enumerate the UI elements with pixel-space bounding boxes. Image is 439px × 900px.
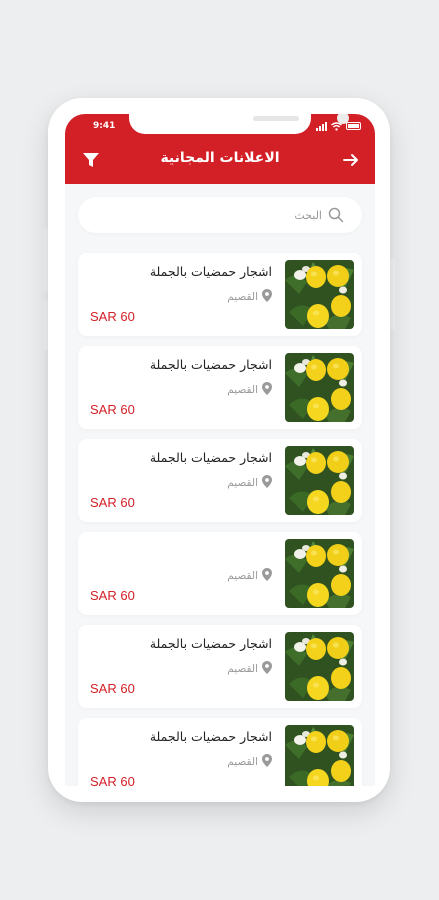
speaker-grille: [253, 116, 299, 121]
listing-price: SAR 60: [90, 588, 135, 603]
listing-card[interactable]: القصيم SAR 60: [78, 532, 362, 615]
listing-title: اشجار حمضيات بالجملة: [149, 357, 272, 372]
listing-location-text: القصيم: [227, 663, 258, 675]
listing-title: اشجار حمضيات بالجملة: [149, 636, 272, 651]
listing-image: [285, 353, 354, 422]
listing-location: القصيم: [227, 568, 272, 584]
listings-list: اشجار حمضيات بالجملة القصيم SAR 60 اشجار…: [78, 253, 362, 786]
status-time: 9:41: [93, 121, 116, 131]
battery-icon: [346, 122, 361, 130]
page-title: الاعلانات المجانية: [160, 150, 280, 166]
filter-button[interactable]: [81, 150, 101, 170]
listing-image: [285, 260, 354, 329]
listing-location: القصيم: [227, 754, 272, 770]
listing-price: SAR 60: [90, 402, 135, 417]
search-bar[interactable]: [78, 197, 362, 233]
listing-location-text: القصيم: [227, 477, 258, 489]
listing-price: SAR 60: [90, 774, 135, 786]
location-pin-icon: [262, 568, 272, 584]
listing-title: اشجار حمضيات بالجملة: [149, 729, 272, 744]
location-pin-icon: [262, 289, 272, 305]
phone-notch: [129, 114, 349, 134]
location-pin-icon: [262, 661, 272, 677]
listing-location: القصيم: [227, 661, 272, 677]
listing-title: اشجار حمضيات بالجملة: [149, 450, 272, 465]
listing-price: SAR 60: [90, 309, 135, 324]
listing-location: القصيم: [227, 382, 272, 398]
listing-location-text: القصيم: [227, 570, 258, 582]
search-icon: [328, 207, 344, 223]
listing-card[interactable]: اشجار حمضيات بالجملة القصيم SAR 60: [78, 439, 362, 522]
listing-image: [285, 725, 354, 786]
listing-card[interactable]: اشجار حمضيات بالجملة القصيم SAR 60: [78, 718, 362, 786]
listing-image: [285, 632, 354, 701]
listing-image: [285, 539, 354, 608]
listing-image: [285, 446, 354, 515]
listing-location-text: القصيم: [227, 384, 258, 396]
listing-price: SAR 60: [90, 681, 135, 696]
listing-location: القصيم: [227, 475, 272, 491]
listing-price: SAR 60: [90, 495, 135, 510]
listing-location-text: القصيم: [227, 756, 258, 768]
location-pin-icon: [262, 382, 272, 398]
listing-card[interactable]: اشجار حمضيات بالجملة القصيم SAR 60: [78, 625, 362, 708]
listing-card[interactable]: اشجار حمضيات بالجملة القصيم SAR 60: [78, 346, 362, 429]
location-pin-icon: [262, 475, 272, 491]
power-button: [390, 258, 395, 330]
signal-icon: [316, 121, 327, 131]
listing-card[interactable]: اشجار حمضيات بالجملة القصيم SAR 60: [78, 253, 362, 336]
search-input[interactable]: [122, 205, 322, 225]
location-pin-icon: [262, 754, 272, 770]
app-screen: 9:41 الاعلانات المجانية البحث اشجار حمضي…: [65, 114, 375, 786]
back-button[interactable]: [341, 150, 361, 170]
filter-icon: [83, 153, 99, 167]
arrow-right-icon: [343, 154, 358, 166]
listing-location-text: القصيم: [227, 291, 258, 303]
listing-location: القصيم: [227, 289, 272, 305]
listing-title: اشجار حمضيات بالجملة: [149, 264, 272, 279]
